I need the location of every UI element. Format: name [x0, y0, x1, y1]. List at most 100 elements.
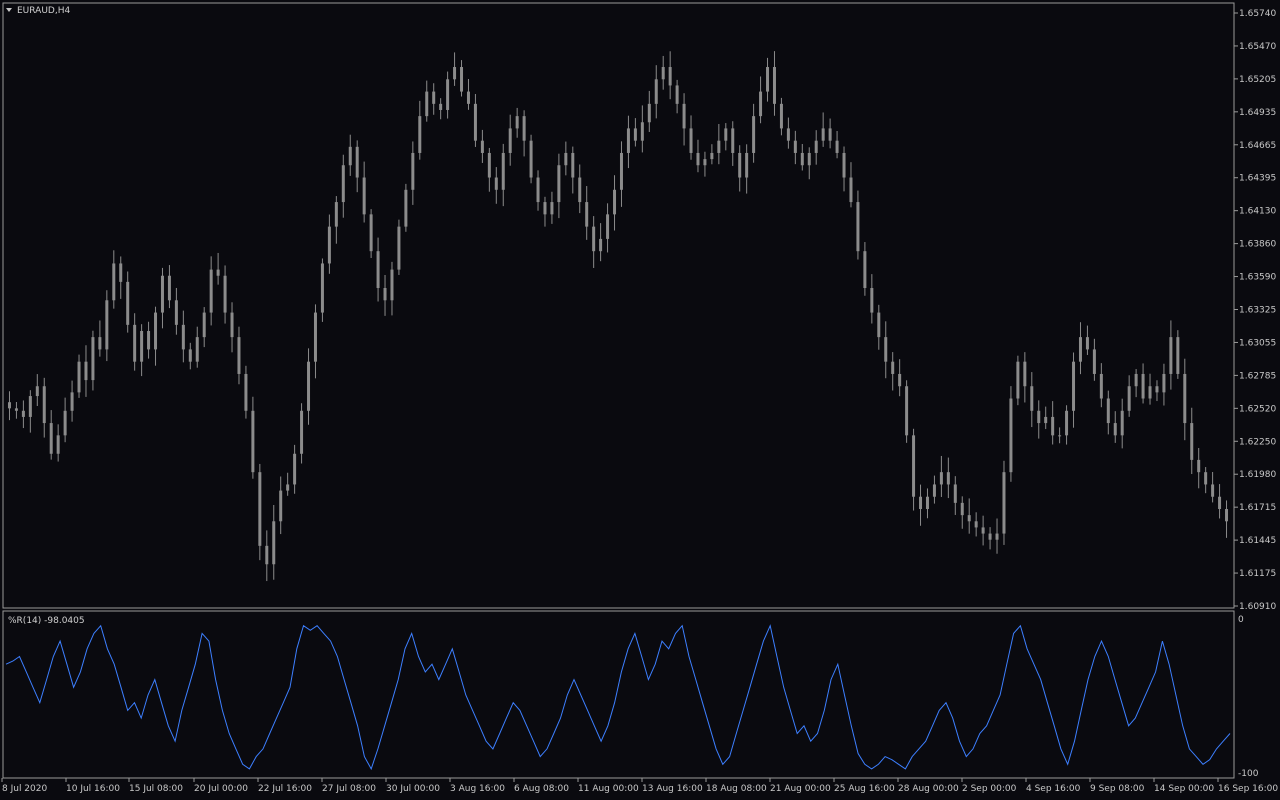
price-tick-label: 1.63055: [1239, 338, 1276, 348]
candle-body: [237, 337, 241, 374]
candle-body: [216, 269, 220, 276]
candle-body: [1162, 373, 1166, 393]
candle-body: [369, 214, 373, 252]
candle-body: [898, 373, 902, 387]
candle-body: [717, 140, 721, 153]
time-tick-label: 22 Jul 16:00: [258, 784, 312, 794]
candle-body: [49, 423, 53, 454]
candle-body: [974, 521, 978, 528]
candle-body: [543, 202, 547, 215]
time-tick-label: 8 Jul 2020: [2, 784, 47, 794]
candle-body: [689, 128, 693, 153]
time-tick-label: 15 Jul 08:00: [129, 784, 183, 794]
candle-body: [508, 128, 512, 153]
candle-body: [870, 288, 874, 313]
candle-body: [432, 91, 436, 104]
candle-body: [147, 330, 151, 350]
candle-body: [772, 67, 776, 104]
time-tick-label: 28 Aug 00:00: [898, 784, 959, 794]
time-tick-label: 11 Aug 00:00: [578, 784, 639, 794]
candle-body: [14, 408, 18, 411]
time-tick-label: 30 Jul 00:00: [386, 784, 440, 794]
candle-body: [223, 275, 227, 313]
candle-body: [453, 67, 457, 80]
candle-body: [1092, 349, 1096, 374]
time-tick-label: 4 Sep 16:00: [1026, 784, 1081, 794]
candle-body: [967, 515, 971, 522]
candle-body: [376, 251, 380, 289]
candle-body: [953, 484, 957, 503]
candle-body: [696, 152, 700, 166]
candle-body: [174, 300, 178, 325]
candle-body: [460, 67, 464, 92]
candle-body: [585, 202, 589, 227]
symbol-title[interactable]: EURAUD,H4: [6, 6, 70, 16]
candle-body: [1037, 410, 1041, 424]
candle-body: [821, 128, 825, 141]
price-tick-label: 1.65205: [1239, 75, 1276, 85]
candle-body: [265, 545, 269, 565]
candle-body: [932, 484, 936, 497]
candle-body: [939, 472, 943, 485]
triangle-down-icon[interactable]: [6, 8, 12, 12]
indicator-scale-bottom: -100: [1238, 769, 1259, 779]
price-tick-label: 1.61715: [1239, 503, 1276, 513]
price-tick-label: 1.61445: [1239, 536, 1276, 546]
candle-body: [592, 226, 596, 252]
candle-body: [487, 152, 491, 178]
candle-body: [522, 116, 526, 141]
indicator-label: %R(14) -98.0405: [8, 616, 85, 626]
candle-body: [1016, 361, 1020, 399]
candle-body: [112, 263, 116, 301]
candle-body: [835, 140, 839, 153]
time-tick-label: 6 Aug 08:00: [514, 784, 569, 794]
price-tick-label: 1.61980: [1239, 470, 1276, 480]
candle-body: [202, 312, 206, 338]
candle-body: [1176, 337, 1180, 374]
candle-body: [863, 251, 867, 289]
candle-body: [1023, 361, 1027, 387]
candle-body: [1190, 423, 1194, 460]
price-axis: 1.65740 1.65470 1.65205 1.64935 1.64665 1.643…: [1234, 9, 1276, 612]
candle-body: [133, 324, 137, 362]
time-tick-label: 14 Sep 00:00: [1154, 784, 1214, 794]
candle-body: [7, 402, 11, 409]
price-tick-label: 1.63325: [1239, 306, 1276, 316]
candle-body: [710, 152, 714, 160]
candle-body: [84, 361, 88, 381]
candle-body: [446, 79, 450, 110]
candle-body: [21, 410, 25, 417]
price-tick-label: 1.64935: [1239, 108, 1276, 118]
candle-body: [626, 128, 630, 153]
candle-body: [313, 312, 317, 362]
candle-body: [1211, 484, 1215, 497]
time-tick-label: 27 Jul 08:00: [322, 784, 376, 794]
candle-body: [578, 177, 582, 203]
candle-body: [654, 79, 658, 104]
candle-body: [884, 337, 888, 362]
candle-body: [988, 533, 992, 540]
time-tick-label: 21 Aug 00:00: [770, 784, 831, 794]
candle-body: [1002, 472, 1006, 534]
candle-body: [633, 128, 637, 141]
candle-body: [814, 140, 818, 153]
candle-body: [411, 152, 415, 190]
candle-body: [1113, 423, 1117, 436]
candle-body: [606, 214, 610, 239]
chart-canvas[interactable]: EURAUD,H4 %R(14) -98.0405 0 -100 1.65740…: [0, 0, 1280, 800]
price-tick-label: 1.63860: [1239, 240, 1276, 250]
time-tick-label: 3 Aug 16:00: [450, 784, 505, 794]
candle-body: [341, 165, 345, 203]
time-tick-label: 13 Aug 16:00: [642, 784, 703, 794]
candle-body: [800, 152, 804, 166]
price-tick-label: 1.62520: [1239, 404, 1276, 414]
candle-body: [119, 263, 123, 282]
candle-body: [557, 165, 561, 203]
candle-body: [731, 128, 735, 153]
candle-body: [56, 435, 60, 454]
candle-body: [919, 496, 923, 510]
candle-body: [661, 67, 665, 80]
candle-body: [807, 152, 811, 166]
candle-body: [647, 103, 651, 123]
candle-body: [738, 152, 742, 178]
